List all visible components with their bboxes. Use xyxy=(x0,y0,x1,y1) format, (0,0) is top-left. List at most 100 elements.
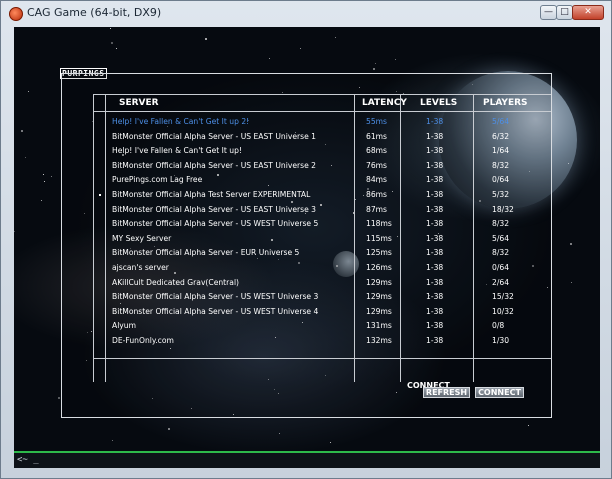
table-row[interactable]: ajscan's server 126ms 1-38 0/64 xyxy=(14,261,600,275)
server-players: 0/64 xyxy=(492,263,510,272)
server-name: MY Sexy Server xyxy=(112,233,172,243)
table-rule xyxy=(93,358,551,359)
game-viewport: PURPINGS SERVER LATENCY LEVELS PLAYERS H… xyxy=(14,27,600,451)
server-latency: 118ms xyxy=(366,219,392,229)
star xyxy=(300,48,301,49)
star xyxy=(168,428,170,430)
server-levels: 1-38 xyxy=(426,277,444,287)
server-name: BitMonster Official Alpha Server - US WE… xyxy=(112,306,319,316)
star xyxy=(58,397,60,399)
server-name: DE-FunOnly.com xyxy=(112,336,174,345)
server-levels: 1-38 xyxy=(426,204,444,214)
close-button[interactable]: ✕ xyxy=(572,5,604,20)
server-levels: 1-38 xyxy=(426,233,444,243)
server-levels: 1-38 xyxy=(426,175,444,185)
column-header-latency[interactable]: LATENCY xyxy=(362,98,407,108)
server-levels: 1-38 xyxy=(426,146,444,156)
table-row[interactable]: BitMonster Official Alpha Server - US EA… xyxy=(14,159,600,173)
title-bar[interactable]: CAG Game (64-bit, DX9) — □ ✕ xyxy=(1,1,611,27)
row-marker xyxy=(99,194,101,196)
table-rule xyxy=(93,94,551,95)
server-latency: 131ms xyxy=(366,321,392,331)
star xyxy=(112,440,113,441)
server-players: 1/30 xyxy=(492,336,510,345)
server-players: 2/64 xyxy=(492,277,510,287)
server-name: BitMonster Official Alpha Test Server EX… xyxy=(112,190,311,199)
star xyxy=(111,42,113,44)
server-players: 15/32 xyxy=(492,292,514,302)
column-header-players[interactable]: PLAYERS xyxy=(483,98,528,108)
table-row[interactable]: AKillCult Dedicated Grav(Central) 129ms 1-… xyxy=(14,276,600,290)
server-latency: 87ms xyxy=(366,204,388,214)
table-row[interactable]: Alyum 131ms 1-38 0/8 xyxy=(14,319,600,333)
server-name: Help! I've Fallen & Can't Get It up 2! xyxy=(112,117,250,126)
server-players: 8/32 xyxy=(492,160,510,170)
star xyxy=(269,58,270,59)
server-name: BitMonster Official Alpha Server - EUR U… xyxy=(112,248,300,258)
server-levels: 1-38 xyxy=(426,248,444,258)
server-players: 10/32 xyxy=(492,306,514,316)
star xyxy=(28,91,29,92)
server-levels: 1-38 xyxy=(426,306,444,316)
table-row[interactable]: BitMonster Official Alpha Test Server EX… xyxy=(14,188,600,202)
column-header-levels[interactable]: LEVELS xyxy=(420,98,457,108)
table-row[interactable]: Help! I've Fallen & Can't Get It up! 68ms… xyxy=(14,144,600,158)
server-players: 5/32 xyxy=(492,190,510,199)
connect-button[interactable]: CONNECT xyxy=(475,387,524,398)
server-name: BitMonster Official Alpha Server - US EA… xyxy=(112,204,317,214)
server-players: 5/64 xyxy=(492,117,510,126)
server-players: 5/64 xyxy=(492,233,510,243)
server-latency: 55ms xyxy=(366,117,388,126)
table-row[interactable]: BitMonster Official Alpha Server - US EA… xyxy=(14,203,600,217)
star xyxy=(528,425,529,426)
star xyxy=(395,59,396,60)
table-row[interactable]: BitMonster Official Alpha Server - US EA… xyxy=(14,130,600,144)
server-name: Help! I've Fallen & Can't Get It up! xyxy=(112,146,242,156)
server-levels: 1-38 xyxy=(426,190,444,199)
table-row[interactable]: MY Sexy Server 115ms 1-38 5/64 xyxy=(14,232,600,246)
server-latency: 68ms xyxy=(366,146,388,156)
window-title: CAG Game (64-bit, DX9) xyxy=(27,6,162,19)
table-row[interactable]: BitMonster Official Alpha Server - EUR U… xyxy=(14,246,600,260)
server-latency: 132ms xyxy=(366,336,392,345)
table-row[interactable]: DE-FunOnly.com 132ms 1-38 1/30 xyxy=(14,334,600,348)
column-header-server[interactable]: SERVER xyxy=(119,98,159,108)
server-players: 18/32 xyxy=(492,204,514,214)
star xyxy=(116,48,117,49)
server-name: Alyum xyxy=(112,321,137,331)
server-players: 8/32 xyxy=(492,248,510,258)
console-prompt: <~ _ xyxy=(17,455,39,465)
server-latency: 86ms xyxy=(366,190,388,199)
console-bar[interactable]: <~ _ xyxy=(14,451,600,468)
server-players: 1/64 xyxy=(492,146,510,156)
star xyxy=(110,28,111,29)
refresh-button[interactable]: REFRESH xyxy=(423,387,470,398)
server-latency: 61ms xyxy=(366,131,388,141)
minimize-button[interactable]: — xyxy=(540,5,557,20)
server-players: 0/8 xyxy=(492,321,505,331)
server-latency: 84ms xyxy=(366,175,388,185)
server-name: BitMonster Official Alpha Server - US WE… xyxy=(112,292,319,302)
server-levels: 1-38 xyxy=(426,219,444,229)
table-row[interactable]: BitMonster Official Alpha Server - US WE… xyxy=(14,290,600,304)
table-row[interactable]: PurePings.com Lag Free 84ms 1-38 0/64 xyxy=(14,173,600,187)
star xyxy=(279,433,280,434)
table-row[interactable]: BitMonster Official Alpha Server - US WE… xyxy=(14,305,600,319)
server-players: 8/32 xyxy=(492,219,510,229)
server-levels: 1-38 xyxy=(426,321,444,331)
server-name: PurePings.com Lag Free xyxy=(112,175,203,185)
server-players: 6/32 xyxy=(492,131,510,141)
table-row[interactable]: BitMonster Official Alpha Server - US WE… xyxy=(14,217,600,231)
server-name: BitMonster Official Alpha Server - US EA… xyxy=(112,131,317,141)
server-latency: 115ms xyxy=(366,233,392,243)
star xyxy=(375,63,376,64)
star xyxy=(205,38,207,40)
server-name: BitMonster Official Alpha Server - US WE… xyxy=(112,219,319,229)
maximize-button[interactable]: □ xyxy=(556,5,573,20)
table-row[interactable]: Help! I've Fallen & Can't Get It up 2! 55… xyxy=(14,115,600,129)
star xyxy=(335,37,336,38)
server-name: AKillCult Dedicated Grav(Central) xyxy=(112,277,240,287)
server-name: BitMonster Official Alpha Server - US EA… xyxy=(112,160,317,170)
server-levels: 1-38 xyxy=(426,263,444,272)
server-players: 0/64 xyxy=(492,175,510,185)
